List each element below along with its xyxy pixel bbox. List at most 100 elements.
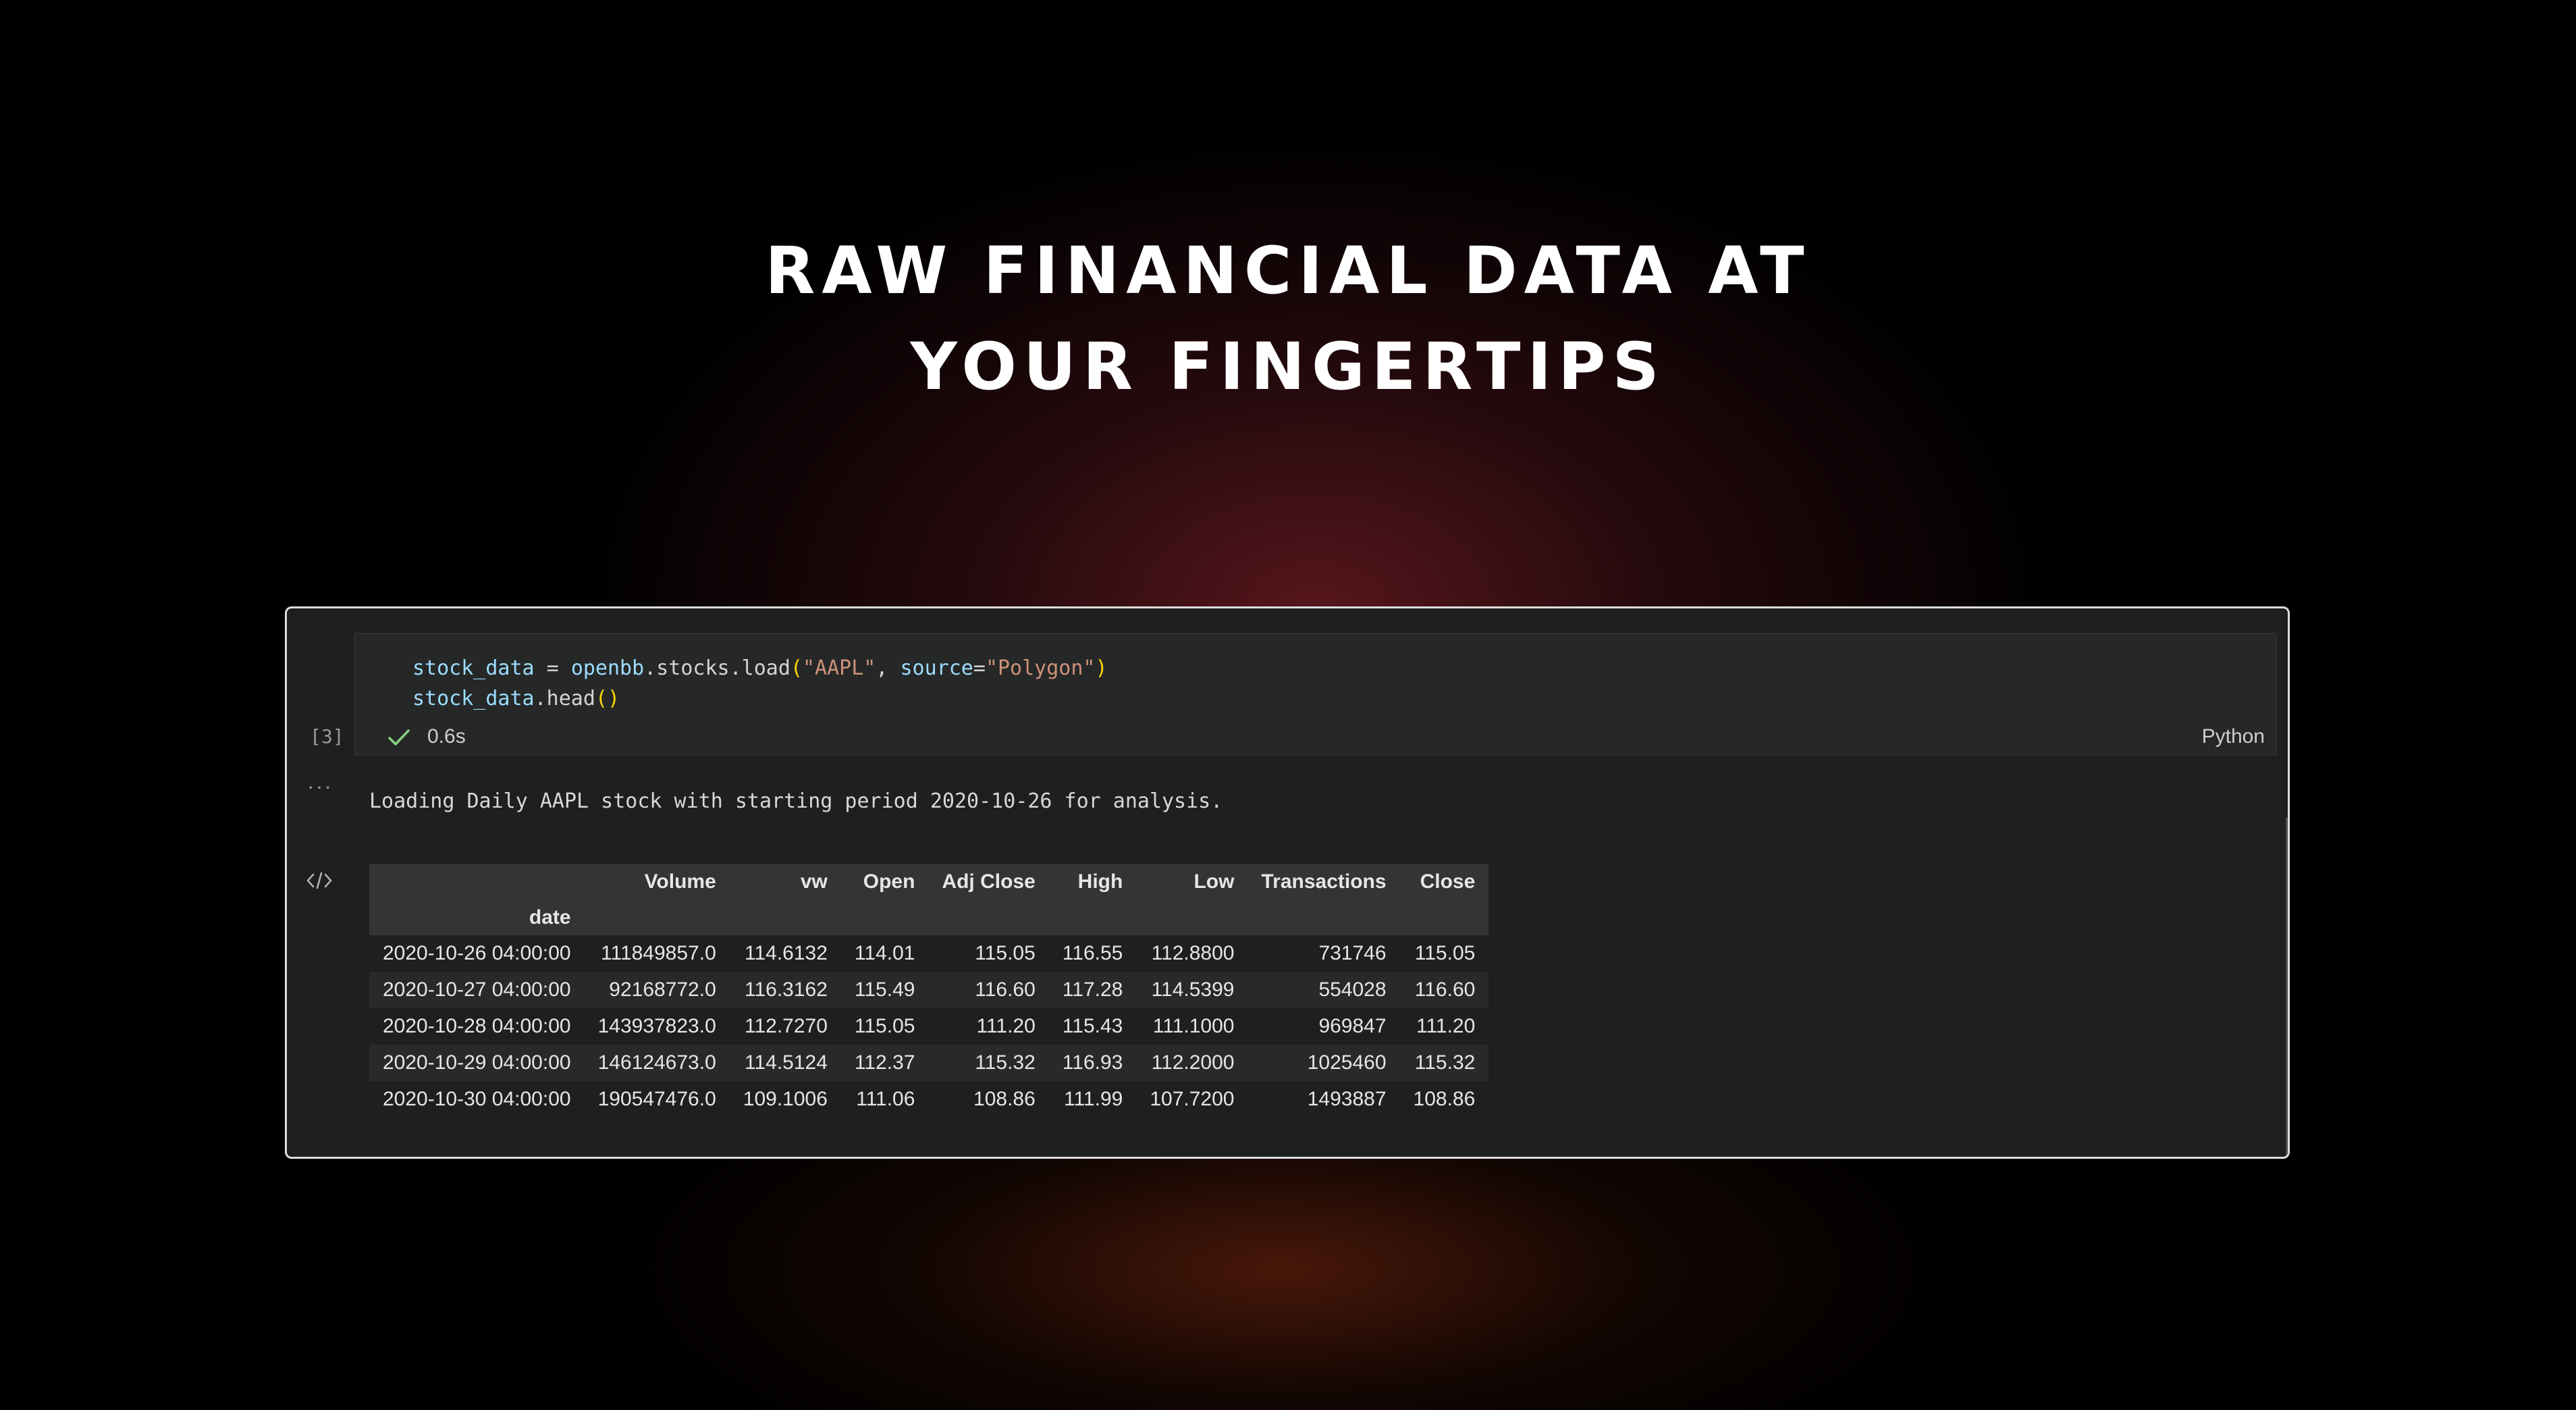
empty-header [841, 900, 929, 935]
row-index: 2020-10-26 04:00:00 [383, 942, 571, 964]
stdout-text: Loading Daily AAPL stock with starting p… [369, 789, 1223, 813]
execution-time: 0.6s [427, 725, 466, 748]
code-editor[interactable]: stock_data = openbb.stocks.load("AAPL", … [354, 633, 2277, 756]
table-cell: 114.01 [854, 942, 915, 964]
code-token: , [876, 656, 901, 680]
empty-header [928, 900, 1048, 935]
output-scrollbar[interactable] [2286, 818, 2288, 1157]
row-index: 2020-10-27 04:00:00 [383, 978, 571, 1001]
table-cell: 146124673.0 [597, 1051, 716, 1074]
code-token: stock_data [412, 656, 535, 680]
headline-line-2: YOUR FINGERTIPS [910, 329, 1666, 404]
table-row: 2020-10-30 04:00:00 190547476.0 109.1006… [369, 1081, 1489, 1118]
column-header: Volume [644, 870, 716, 893]
empty-header [1400, 900, 1489, 935]
table-row: 2020-10-27 04:00:00 92168772.0 116.3162 … [369, 972, 1489, 1008]
empty-header [1247, 900, 1399, 935]
table-cell: 115.05 [1414, 942, 1476, 964]
column-header: Close [1420, 870, 1476, 893]
empty-header [1136, 900, 1247, 935]
code-token: ) [1095, 656, 1108, 680]
index-header: date [529, 906, 571, 929]
notebook-cell: stock_data = openbb.stocks.load("AAPL", … [285, 606, 2290, 1159]
table-cell: 114.5124 [745, 1051, 828, 1074]
table-cell: 111.99 [1064, 1088, 1123, 1110]
code-line-1: stock_data = openbb.stocks.load("AAPL", … [412, 656, 1108, 680]
table-cell: 969847 [1318, 1015, 1387, 1037]
table-cell: 115.05 [854, 1015, 915, 1037]
table-row: 2020-10-26 04:00:00 111849857.0 114.6132… [369, 935, 1489, 972]
code-token: = [973, 656, 986, 680]
table-cell: 554028 [1318, 978, 1387, 1001]
column-header: vw [800, 870, 828, 893]
table-cell: 112.2000 [1151, 1051, 1235, 1074]
table-cell: 117.28 [1062, 978, 1123, 1001]
table-cell: 107.7200 [1150, 1088, 1235, 1110]
table-cell: 111.06 [856, 1088, 915, 1110]
language-picker[interactable]: Python [2202, 725, 2265, 748]
row-index: 2020-10-30 04:00:00 [383, 1088, 571, 1110]
table-cell: 116.60 [1414, 978, 1476, 1001]
code-line-2: stock_data.head() [412, 687, 620, 710]
table-cell: 111.1000 [1152, 1015, 1235, 1037]
code-token: source [900, 656, 973, 680]
column-header-row: Volume vw Open Adj Close High Low Transa… [369, 864, 1489, 900]
table-cell: 143937823.0 [597, 1015, 716, 1037]
table-cell: 190547476.0 [597, 1088, 716, 1110]
code-token: "Polygon" [985, 656, 1096, 680]
code-content[interactable]: stock_data = openbb.stocks.load("AAPL", … [412, 653, 1108, 714]
table-cell: 92168772.0 [609, 978, 716, 1001]
index-header-row: date [369, 900, 1489, 935]
code-icon[interactable] [306, 870, 333, 891]
execution-count: [3] [310, 725, 344, 748]
table-cell: 115.32 [1414, 1051, 1476, 1074]
table-cell: 115.43 [1062, 1015, 1123, 1037]
code-token: = [534, 656, 571, 680]
table-row: 2020-10-29 04:00:00 146124673.0 114.5124… [369, 1045, 1489, 1081]
table-cell: 116.93 [1062, 1051, 1123, 1074]
row-index: 2020-10-28 04:00:00 [383, 1015, 571, 1037]
empty-header [1049, 900, 1137, 935]
column-header: Adj Close [942, 870, 1036, 893]
table-cell: 111.20 [1416, 1015, 1476, 1037]
headline: RAW FINANCIAL DATA AT YOUR FINGERTIPS [0, 223, 2576, 415]
ellipsis-icon[interactable]: ··· [307, 774, 333, 799]
code-token: openbb [570, 656, 645, 680]
code-token: .stocks.load [644, 656, 790, 680]
table-cell: 731746 [1318, 942, 1387, 964]
table-cell: 1025460 [1307, 1051, 1387, 1074]
index-header-blank [369, 864, 585, 900]
table-cell: 114.6132 [745, 942, 828, 964]
code-token: ( [790, 656, 803, 680]
table-cell: 112.7270 [745, 1015, 828, 1037]
dataframe-table: Volume vw Open Adj Close High Low Transa… [369, 864, 1489, 1118]
table-cell: 114.5399 [1151, 978, 1235, 1001]
table-cell: 112.37 [854, 1051, 915, 1074]
table-cell: 108.86 [973, 1088, 1036, 1110]
table-cell: 1493887 [1307, 1088, 1387, 1110]
table-cell: 111.20 [976, 1015, 1036, 1037]
code-token: "AAPL" [803, 656, 876, 680]
code-token: .head [534, 687, 595, 710]
table-row: 2020-10-28 04:00:00 143937823.0 112.7270… [369, 1008, 1489, 1045]
table-cell: 112.8800 [1151, 942, 1235, 964]
table-cell: 108.86 [1413, 1088, 1476, 1110]
headline-line-1: RAW FINANCIAL DATA AT [765, 233, 1811, 309]
table-cell: 116.60 [975, 978, 1036, 1001]
column-header: Transactions [1261, 870, 1387, 893]
table-cell: 111849857.0 [601, 942, 716, 964]
table-cell: 115.49 [854, 978, 915, 1001]
table-cell: 109.1006 [743, 1088, 828, 1110]
column-header: Open [863, 870, 915, 893]
check-icon [388, 729, 410, 746]
column-header: High [1077, 870, 1123, 893]
row-index: 2020-10-29 04:00:00 [383, 1051, 571, 1074]
empty-header [585, 900, 730, 935]
table-cell: 115.32 [975, 1051, 1036, 1074]
code-token: stock_data [412, 687, 535, 710]
code-token: () [595, 687, 620, 710]
column-header: Low [1193, 870, 1235, 893]
empty-header [730, 900, 841, 935]
table-cell: 115.05 [975, 942, 1036, 964]
table-cell: 116.55 [1062, 942, 1123, 964]
